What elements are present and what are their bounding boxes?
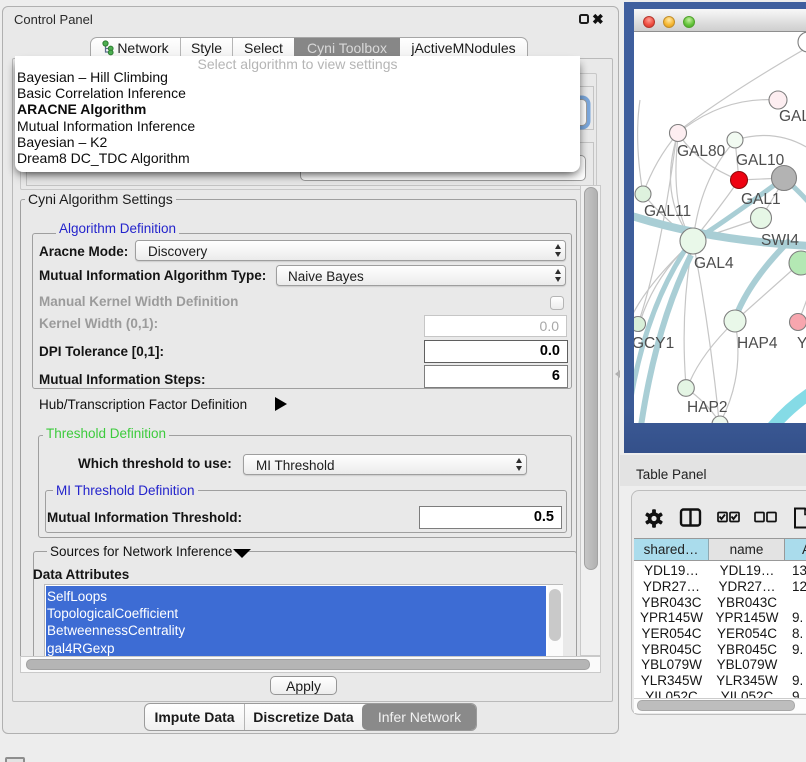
svg-text:GAL7: GAL7 — [779, 108, 806, 125]
svg-text:GAL11: GAL11 — [644, 203, 691, 220]
svg-text:GAL10: GAL10 — [736, 152, 785, 169]
svg-text:SWI4: SWI4 — [761, 232, 799, 249]
svg-text:GCY1: GCY1 — [634, 335, 674, 352]
svg-text:GAL80: GAL80 — [677, 143, 726, 160]
svg-text:GAL4: GAL4 — [694, 255, 734, 272]
svg-text:HAP4: HAP4 — [737, 335, 778, 352]
svg-text:GAL1: GAL1 — [741, 191, 781, 208]
svg-text:HAP2: HAP2 — [687, 399, 728, 416]
svg-text:YD: YD — [797, 335, 806, 352]
